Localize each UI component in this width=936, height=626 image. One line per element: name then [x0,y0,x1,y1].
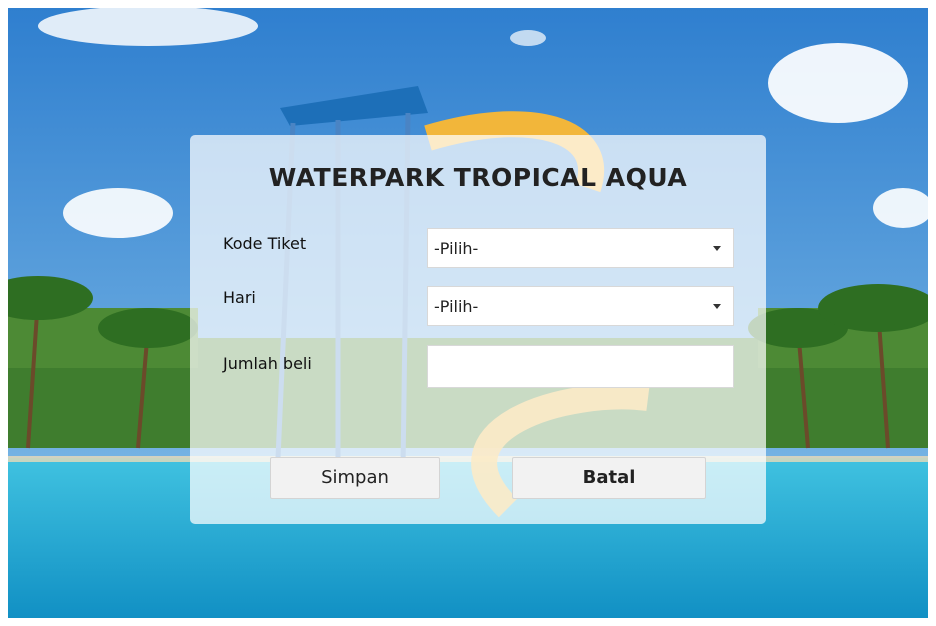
ticket-form-panel: WATERPARK TROPICAL AQUA Kode Tiket -Pili… [190,135,766,524]
hari-select[interactable]: -Pilih- [427,286,734,326]
dropdown-caret-icon [713,246,721,251]
app-window: WATERPARK TROPICAL AQUA Kode Tiket -Pili… [8,8,928,618]
jumlah-beli-label: Jumlah beli [223,354,312,373]
kode-tiket-label: Kode Tiket [223,234,307,253]
batal-button[interactable]: Batal [512,457,706,499]
hari-label: Hari [223,288,256,307]
dropdown-caret-icon [713,304,721,309]
kode-tiket-select[interactable]: -Pilih- [427,228,734,268]
simpan-button[interactable]: Simpan [270,457,440,499]
form-title: WATERPARK TROPICAL AQUA [268,163,688,192]
hari-selected-value: -Pilih- [434,297,479,316]
kode-tiket-selected-value: -Pilih- [434,239,479,258]
jumlah-beli-input[interactable] [427,345,734,388]
